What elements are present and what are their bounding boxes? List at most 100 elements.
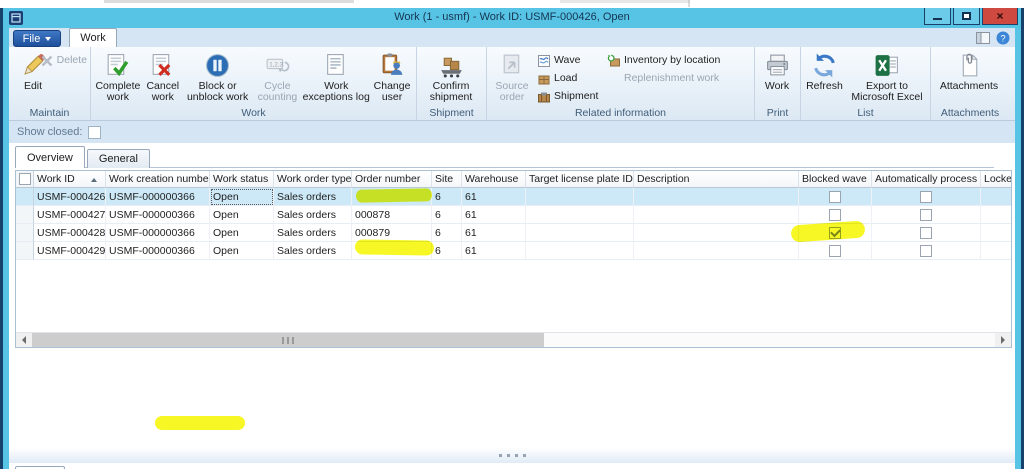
window-title: Work (1 - usmf) - Work ID: USMF-000426, … — [394, 11, 630, 23]
print-work-button[interactable]: Work — [757, 49, 797, 107]
tab-overview-general[interactable]: General — [86, 149, 150, 168]
inventory-by-location-button[interactable]: Inventory by location — [605, 52, 749, 69]
pause-icon — [204, 52, 231, 79]
col-work-id[interactable]: Work ID — [34, 171, 106, 188]
user-clipboard-icon — [379, 52, 406, 79]
log-document-icon — [323, 52, 350, 79]
col-site[interactable]: Site — [432, 171, 462, 188]
scrollbar-grip — [282, 337, 294, 344]
col-work-creation-number[interactable]: Work creation number — [106, 171, 210, 188]
col-description[interactable]: Description — [634, 171, 799, 188]
work-row[interactable]: USMF-000427 USMF-000000366 Open Sales or… — [16, 206, 1011, 224]
cancel-work-button[interactable]: Cancel work — [143, 49, 183, 107]
shipment-button[interactable]: Shipment — [535, 88, 605, 105]
counting-123-icon: 1,2,3 — [264, 52, 291, 79]
screen-edge-artifact — [104, 0, 354, 3]
close-button[interactable]: × — [982, 8, 1018, 25]
scroll-right-button[interactable] — [995, 333, 1011, 347]
automatically-process-checkbox[interactable] — [920, 244, 932, 257]
conveyor-boxes-icon — [438, 52, 465, 79]
app-window: Work (1 - usmf) - Work ID: USMF-000426, … — [0, 8, 1024, 469]
select-all-checkbox[interactable] — [19, 173, 31, 186]
ribbon-group-list: Refresh Export to Microsoft Excel List — [801, 47, 931, 120]
delete-button[interactable]: Delete — [38, 52, 89, 69]
group-label-shipment: Shipment — [429, 107, 474, 119]
show-closed-checkbox[interactable] — [88, 125, 102, 139]
confirm-shipment-button[interactable]: Confirm shipment — [419, 49, 483, 107]
col-automatically-process[interactable]: Automatically process — [872, 171, 981, 188]
automatically-process-checkbox[interactable] — [920, 190, 932, 203]
ribbon: Edit Delete Maintain Complete work Cance… — [9, 47, 1015, 121]
blocked-wave-checkbox[interactable] — [829, 208, 841, 221]
svg-text:?: ? — [1000, 34, 1005, 45]
col-blocked-wave[interactable]: Blocked wave — [799, 171, 872, 188]
blocked-wave-checkbox[interactable] — [829, 226, 841, 239]
ribbon-group-print: Work Print — [755, 47, 801, 120]
complete-work-button[interactable]: Complete work — [93, 49, 143, 107]
select-all-cell[interactable] — [16, 171, 34, 188]
load-button[interactable]: Load — [535, 70, 605, 87]
group-label-print: Print — [766, 107, 789, 119]
inventory-box-icon — [607, 54, 621, 68]
ribbon-group-related-information: Source order Wave Load Shipment Inventor… — [487, 47, 755, 120]
refresh-button[interactable]: Refresh — [803, 49, 846, 107]
group-label-list: List — [857, 107, 874, 119]
tab-work[interactable]: Work — [69, 28, 117, 47]
group-label-work: Work — [241, 107, 266, 119]
ribbon-group-work: Complete work Cancel work Block or unblo… — [91, 47, 417, 120]
shipment-box-icon — [537, 90, 551, 104]
paperclip-document-icon — [956, 52, 983, 79]
file-menu-button[interactable]: File — [13, 30, 61, 47]
minimize-button[interactable] — [924, 8, 951, 25]
help-icon[interactable]: ? — [996, 31, 1010, 48]
change-user-button[interactable]: Change user — [370, 49, 414, 107]
filter-bar: Show closed: — [9, 121, 1015, 143]
work-row[interactable]: USMF-000429 USMF-000000366 Open Sales or… — [16, 242, 1011, 260]
blocked-wave-checkbox[interactable] — [829, 244, 841, 257]
block-unblock-work-button[interactable]: Block or unblock work — [183, 49, 253, 107]
wave-icon — [537, 54, 551, 68]
col-work-status[interactable]: Work status — [210, 171, 274, 188]
arrow-right-icon — [1001, 336, 1005, 344]
automatically-process-checkbox[interactable] — [920, 208, 932, 221]
horizontal-scrollbar[interactable] — [16, 332, 1011, 347]
group-label-attachments: Attachments — [940, 107, 1000, 119]
ribbon-group-attachments: Attachments Attachments — [931, 47, 1009, 120]
automatically-process-checkbox[interactable] — [920, 226, 932, 239]
blocked-wave-checkbox[interactable] — [829, 190, 841, 203]
group-label-maintain: Maintain — [29, 107, 70, 119]
work-row[interactable]: USMF-000428 USMF-000000366 Open Sales or… — [16, 224, 1011, 242]
tab-overview[interactable]: Overview — [15, 146, 85, 168]
source-order-button[interactable]: Source order — [489, 49, 535, 107]
printer-icon — [764, 52, 791, 79]
pane-splitter[interactable] — [9, 448, 1015, 463]
close-icon: × — [996, 9, 1004, 23]
col-target-license-plate-id[interactable]: Target license plate ID — [526, 171, 634, 188]
wave-button[interactable]: Wave — [535, 52, 605, 69]
col-warehouse[interactable]: Warehouse — [462, 171, 526, 188]
col-locked[interactable]: Locked — [981, 171, 1011, 188]
header-row: Work ID Work creation number Work status… — [16, 171, 1011, 188]
document-x-icon — [149, 52, 176, 79]
form-content: Overview General Work ID Work creation n… — [9, 143, 1015, 469]
refresh-icon — [811, 52, 838, 79]
show-closed-label: Show closed: — [17, 126, 83, 138]
work-exceptions-log-button[interactable]: Work exceptions log — [302, 49, 370, 107]
col-work-order-type[interactable]: Work order type — [274, 171, 352, 188]
replenishment-work-button[interactable]: Replenishment work — [605, 70, 749, 87]
screen-edge-artifact — [560, 0, 690, 3]
export-to-excel-button[interactable]: Export to Microsoft Excel — [846, 49, 928, 107]
scroll-left-button[interactable] — [16, 333, 32, 347]
col-order-number[interactable]: Order number — [352, 171, 432, 188]
scrollbar-thumb[interactable] — [32, 333, 544, 347]
work-row[interactable]: USMF-000426 USMF-000000366 Open Sales or… — [16, 188, 1011, 206]
focused-cell[interactable]: Open — [210, 188, 274, 206]
title-bar[interactable]: Work (1 - usmf) - Work ID: USMF-000426, … — [3, 8, 1021, 28]
chevron-down-icon — [45, 36, 52, 41]
maximize-button[interactable] — [953, 8, 980, 25]
layout-icon[interactable] — [976, 32, 990, 47]
ribbon-group-maintain: Edit Delete Maintain — [9, 47, 91, 120]
cycle-counting-button[interactable]: 1,2,3 Cycle counting — [253, 49, 303, 107]
source-order-icon — [499, 52, 526, 79]
attachments-button[interactable]: Attachments — [933, 49, 1005, 107]
